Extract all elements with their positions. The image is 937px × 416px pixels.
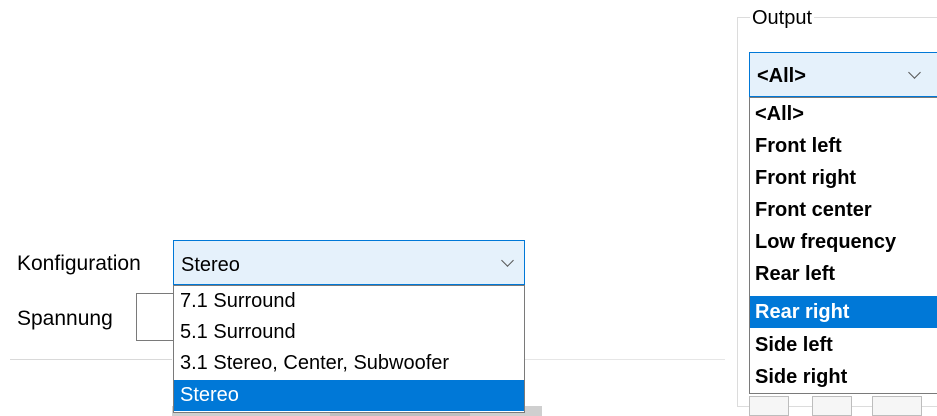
- konfiguration-label: Konfiguration: [17, 252, 141, 275]
- dropdown-option-rear-right[interactable]: Rear right: [750, 296, 937, 328]
- output-dropdown-list: <All> Front left Front right Front cente…: [749, 97, 937, 394]
- separator: [525, 359, 725, 360]
- button-partial[interactable]: [812, 396, 852, 416]
- output-selected-value: <All>: [757, 65, 806, 87]
- konfiguration-combobox[interactable]: Stereo: [173, 240, 525, 285]
- dropdown-option-3-1-stereo-center-subwoofer[interactable]: 3.1 Stereo, Center, Subwoofer: [174, 348, 524, 379]
- button-partial[interactable]: [749, 396, 789, 416]
- konfiguration-dropdown-list: 7.1 Surround 5.1 Surround 3.1 Stereo, Ce…: [173, 285, 525, 413]
- chevron-down-icon[interactable]: [501, 254, 514, 267]
- dropdown-option-front-center[interactable]: Front center: [750, 194, 937, 226]
- dropdown-option-front-right[interactable]: Front right: [750, 162, 937, 194]
- dropdown-option-side-left[interactable]: Side left: [750, 329, 937, 361]
- separator: [10, 359, 172, 360]
- dialog-canvas: Konfiguration Stereo Spannung 7.1 Surrou…: [0, 0, 937, 416]
- dropdown-option-low-frequency[interactable]: Low frequency: [750, 226, 937, 258]
- chevron-down-icon[interactable]: [908, 66, 921, 79]
- dropdown-option-7-1-surround[interactable]: 7.1 Surround: [174, 286, 524, 317]
- dropdown-option-side-right[interactable]: Side right: [750, 361, 937, 393]
- dropdown-option-front-left[interactable]: Front left: [750, 130, 937, 162]
- spannung-label: Spannung: [17, 307, 113, 330]
- spannung-input[interactable]: [136, 293, 174, 341]
- button-partial[interactable]: [872, 396, 922, 416]
- dropdown-option-5-1-surround[interactable]: 5.1 Surround: [174, 317, 524, 348]
- dropdown-option-stereo[interactable]: Stereo: [174, 380, 524, 411]
- output-combobox[interactable]: <All>: [749, 52, 937, 97]
- dropdown-option-all[interactable]: <All>: [750, 98, 937, 130]
- dropdown-option-rear-left[interactable]: Rear left: [750, 258, 937, 290]
- output-group-title: Output: [750, 6, 815, 30]
- konfiguration-selected-value: Stereo: [181, 254, 240, 276]
